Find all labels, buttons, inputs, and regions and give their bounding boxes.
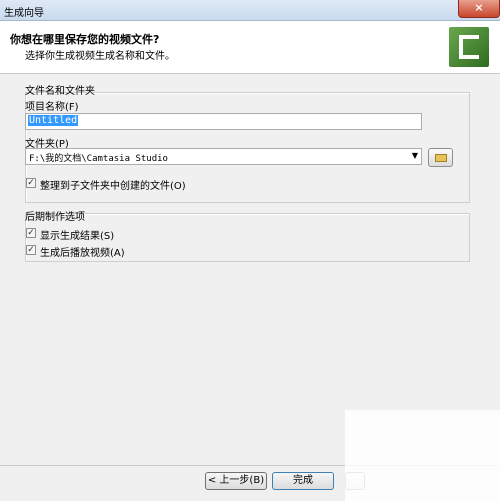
close-button[interactable]: × [458, 0, 500, 18]
play-after-label: 生成后播放视频(A) [40, 248, 125, 259]
back-button[interactable]: < 上一步(B) [205, 472, 267, 490]
wizard-header: 你想在哪里保存您的视频文件? 选择你生成视频生成名称和文件。 [0, 21, 500, 74]
post-group-label: 后期制作选项 [25, 212, 85, 223]
organize-checkbox[interactable]: ✓ [26, 178, 36, 188]
show-results-label: 显示生成结果(S) [40, 231, 115, 242]
project-name-label: 项目名称(F) [25, 102, 79, 113]
project-name-input[interactable]: Untitled [25, 113, 422, 130]
finish-button[interactable]: 完成 [272, 472, 334, 490]
window-title: 生成向导 [4, 8, 44, 19]
browse-folder-button[interactable] [428, 148, 453, 167]
obscured-overlay [345, 410, 500, 501]
header-title: 你想在哪里保存您的视频文件? [10, 33, 160, 46]
header-subtitle: 选择你生成视频生成名称和文件。 [25, 51, 175, 62]
camtasia-logo-icon [449, 27, 489, 67]
wizard-window: 生成向导 × 你想在哪里保存您的视频文件? 选择你生成视频生成名称和文件。 文件… [0, 0, 500, 501]
folder-combobox[interactable]: F:\我的文档\Camtasia Studio ▼ [25, 148, 422, 165]
show-results-checkbox[interactable]: ✓ [26, 228, 36, 238]
project-name-value: Untitled [28, 115, 79, 126]
play-after-checkbox[interactable]: ✓ [26, 245, 36, 255]
folder-open-icon [435, 154, 447, 162]
title-bar: 生成向导 × [0, 0, 500, 21]
chevron-down-icon[interactable]: ▼ [412, 151, 418, 160]
file-group-label: 文件名和文件夹 [25, 86, 95, 97]
organize-label: 整理到子文件夹中创建的文件(O) [40, 181, 186, 192]
folder-value: F:\我的文档\Camtasia Studio [29, 154, 168, 164]
